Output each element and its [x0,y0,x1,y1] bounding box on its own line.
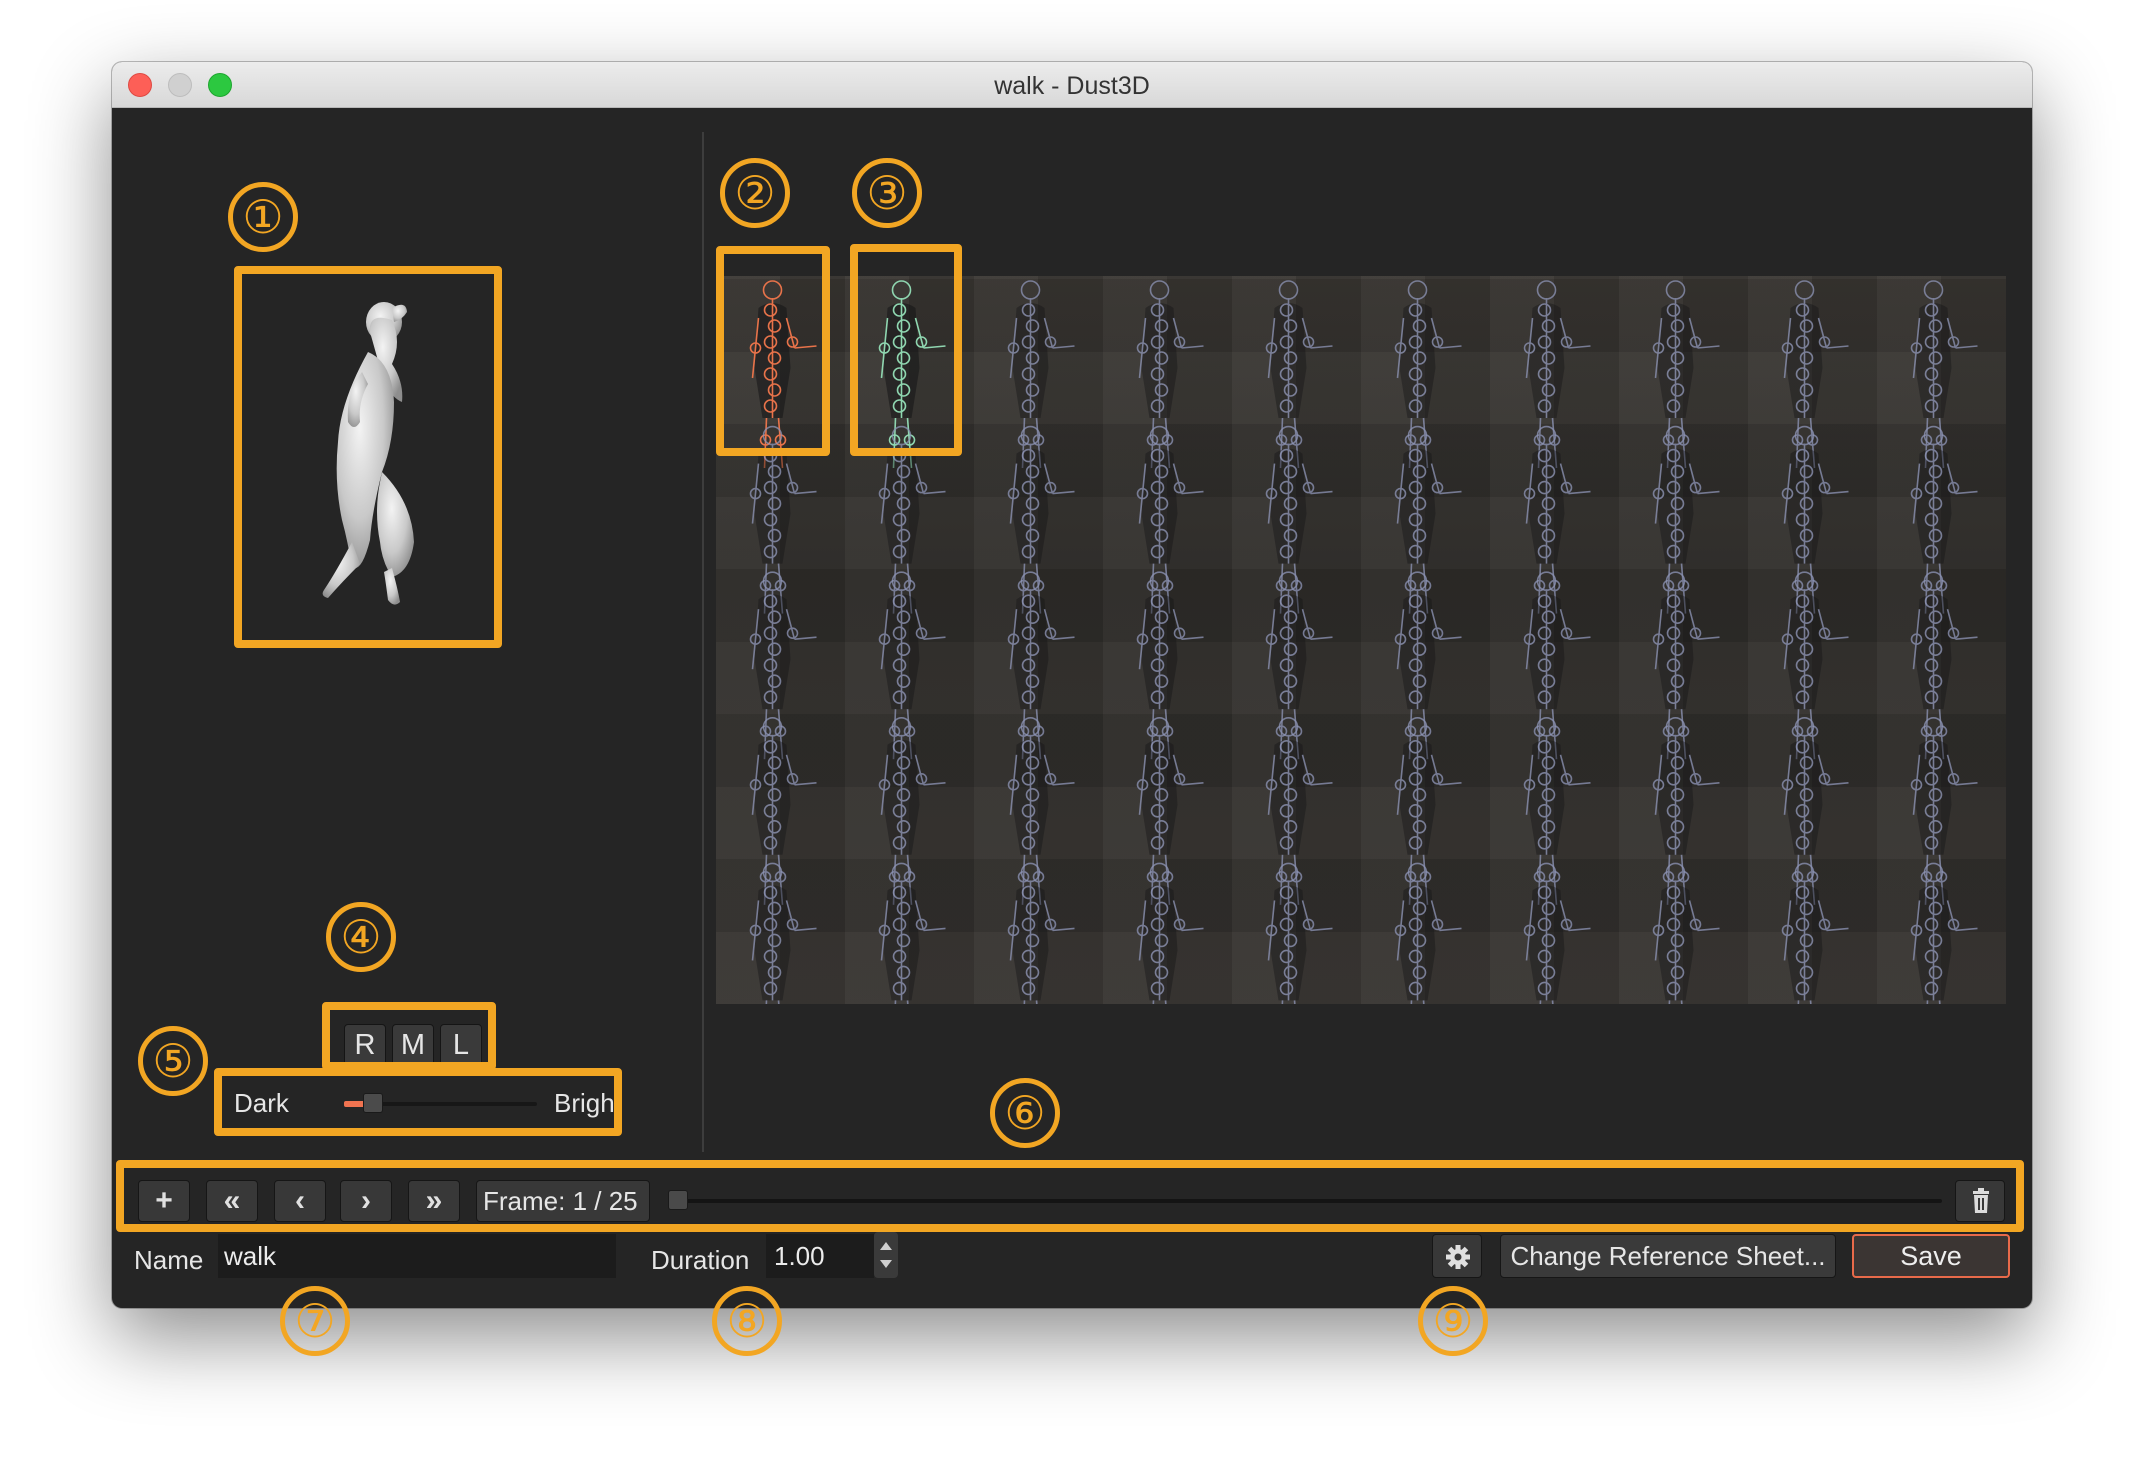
skeleton-figure [1652,425,1720,614]
skeleton-figure [1781,571,1849,760]
annotation-marker-7: ⑦ [280,1286,350,1356]
skeleton-figure [1781,280,1849,469]
skeleton-figure [1523,716,1591,905]
skeleton-figure [1652,716,1720,905]
skeleton-figure [1910,571,1978,760]
annotation-marker-6: ⑥ [990,1078,1060,1148]
skeleton-figure [1007,716,1075,905]
annotation-marker-2: ② [720,158,790,228]
skeleton-figure [1265,425,1333,614]
duration-input[interactable] [766,1234,874,1278]
annotation-marker-1: ① [228,182,298,252]
skeleton-figure [1394,862,1462,1004]
skeleton-figure [1007,280,1075,469]
skeleton-figure [1910,862,1978,1004]
highlight-side-buttons [322,1002,496,1070]
settings-button[interactable] [1432,1234,1482,1278]
skeleton-figure [1523,280,1591,469]
highlight-model-preview [234,266,502,648]
duration-label: Duration [651,1245,750,1275]
skeleton-figure [1781,716,1849,905]
skeleton-figure [1394,571,1462,760]
highlight-frame-toolbar [116,1160,2024,1232]
skeleton-figure [1523,571,1591,760]
annotation-marker-5: ⑤ [138,1026,208,1096]
panel-divider[interactable] [702,132,704,1152]
skeleton-figure [878,571,946,760]
annotation-marker-8: ⑧ [712,1286,782,1356]
skeleton-figure [1007,862,1075,1004]
skeleton-figure [1007,571,1075,760]
annotation-marker-4: ④ [326,902,396,972]
skeleton-figure [749,716,817,905]
skeleton-figure [1136,280,1204,469]
skeleton-figure [1007,425,1075,614]
skeleton-figure [1136,425,1204,614]
skeleton-figure [1265,716,1333,905]
skeleton-figure [1394,280,1462,469]
skeleton-figure [1394,425,1462,614]
skeleton-figure [1394,716,1462,905]
title-bar: walk - Dust3D [112,62,2032,108]
skeleton-figure [1265,862,1333,1004]
annotation-marker-3: ③ [852,158,922,228]
save-button[interactable]: Save [1852,1234,2010,1278]
skeleton-figure [749,571,817,760]
skeleton-figure [1652,280,1720,469]
duration-stepper[interactable] [874,1232,898,1278]
highlight-brightness [214,1068,622,1136]
skeleton-figure [1652,862,1720,1004]
highlight-side-pose [850,244,962,456]
stepper-arrows-icon [874,1232,898,1278]
skeleton-figure [1523,862,1591,1004]
skeleton-figure [1652,571,1720,760]
skeleton-figure [1523,425,1591,614]
skeleton-figure [1136,716,1204,905]
highlight-front-pose [716,246,830,456]
annotation-marker-9: ⑨ [1418,1286,1488,1356]
name-label: Name [134,1245,204,1275]
skeleton-figure [1910,425,1978,614]
skeleton-figure [749,862,817,1004]
window-title: walk - Dust3D [994,72,1150,100]
skeleton-figure [1265,571,1333,760]
gear-icon [1446,1245,1470,1269]
skeleton-figure [1136,862,1204,1004]
skeleton-figure [1781,425,1849,614]
skeleton-figure [1136,571,1204,760]
skeleton-figure [878,716,946,905]
skeleton-figure [1910,280,1978,469]
skeleton-figure [1781,862,1849,1004]
skeleton-figure [878,862,946,1004]
skeleton-figure [1265,280,1333,469]
name-input[interactable] [218,1234,616,1278]
skeleton-figure [1910,716,1978,905]
change-reference-sheet-button[interactable]: Change Reference Sheet... [1500,1234,1836,1278]
